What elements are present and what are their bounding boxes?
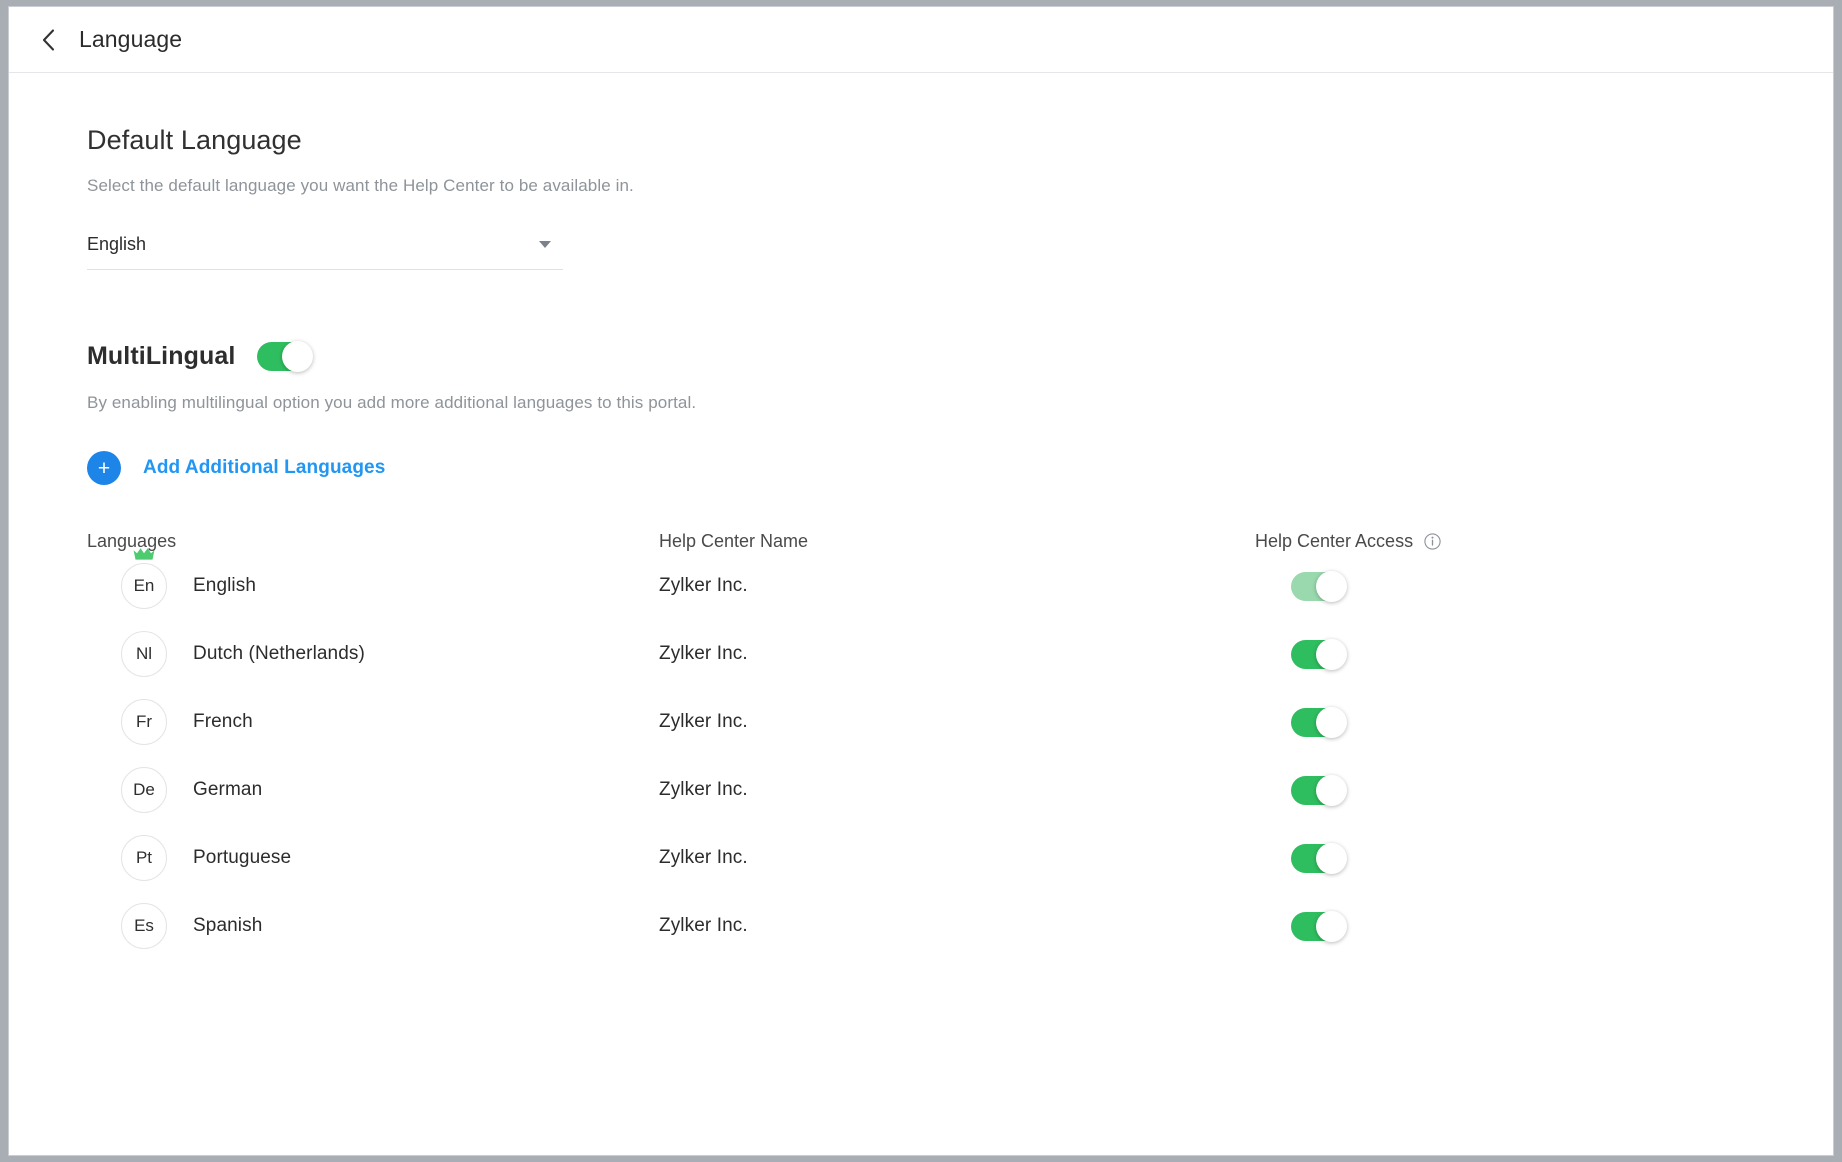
multilingual-section: MultiLingual By enabling multilingual op… [87, 341, 1833, 960]
table-row: Es Spanish Zylker Inc. [87, 892, 1707, 960]
help-center-access-toggle[interactable] [1291, 706, 1347, 738]
toggle-knob [1316, 910, 1347, 942]
table-row: Fr French Zylker Inc. [87, 688, 1707, 756]
info-icon[interactable] [1424, 533, 1441, 550]
table-header-row: Languages Help Center Name Help Center A… [87, 531, 1707, 552]
settings-content: Default Language Select the default lang… [9, 73, 1833, 960]
language-cell: Pt Portuguese [87, 835, 659, 881]
language-avatar: De [121, 767, 167, 813]
toggle-knob [282, 341, 314, 372]
toggle-knob [1316, 570, 1347, 602]
table-row: En English Zylker Inc. [87, 548, 1707, 620]
toggle-knob [1316, 842, 1347, 874]
help-center-name-cell: Zylker Inc. [659, 711, 748, 732]
language-cell: Es Spanish [87, 903, 659, 949]
language-avatar: Fr [121, 699, 167, 745]
language-avatar: Nl [121, 631, 167, 677]
multilingual-heading: MultiLingual [87, 342, 236, 370]
language-label: Portuguese [193, 847, 292, 868]
chevron-down-icon [539, 241, 551, 248]
toggle-knob [1316, 774, 1347, 806]
language-code: En [133, 576, 155, 595]
language-code: Nl [135, 644, 153, 663]
language-avatar: En [121, 548, 167, 609]
table-row: Nl Dutch (Netherlands) Zylker Inc. [87, 620, 1707, 688]
language-cell: De German [87, 767, 659, 813]
language-code: Es [134, 916, 154, 935]
help-center-access-toggle[interactable] [1291, 638, 1347, 670]
help-center-access-toggle[interactable] [1291, 570, 1347, 602]
column-header-help-center-name: Help Center Name [659, 531, 809, 551]
help-center-access-cell [1255, 910, 1707, 942]
page-title: Language [79, 26, 183, 52]
table-row: De German Zylker Inc. [87, 756, 1707, 824]
language-avatar: Es [121, 903, 167, 949]
chevron-left-icon [42, 28, 54, 51]
help-center-access-toggle[interactable] [1291, 774, 1347, 806]
crown-icon [132, 547, 156, 567]
help-center-name-cell: Zylker Inc. [659, 847, 748, 868]
help-center-access-cell [1255, 842, 1707, 874]
back-button[interactable] [31, 23, 65, 57]
add-additional-languages-button[interactable]: + Add Additional Languages [87, 451, 385, 485]
language-code: De [133, 780, 155, 799]
language-label: Spanish [193, 915, 263, 936]
language-label: Dutch (Netherlands) [193, 643, 365, 664]
multilingual-header: MultiLingual [87, 341, 1833, 372]
language-cell: Nl Dutch (Netherlands) [87, 631, 659, 677]
language-avatar: Pt [121, 835, 167, 881]
language-settings-page: Language Default Language Select the def… [8, 6, 1834, 1156]
help-center-access-toggle[interactable] [1291, 910, 1347, 942]
help-center-name-cell: Zylker Inc. [659, 575, 748, 596]
help-center-access-cell [1255, 638, 1707, 670]
language-cell: En English [87, 548, 659, 609]
add-additional-languages-label: Add Additional Languages [143, 457, 386, 478]
help-center-access-cell [1255, 570, 1707, 602]
language-label: German [193, 779, 263, 800]
plus-icon: + [87, 451, 121, 485]
default-language-heading: Default Language [87, 125, 302, 155]
table-body: En English Zylker Inc. Nl Dutch (Netherlands… [87, 548, 1707, 960]
language-label: English [193, 575, 257, 596]
default-language-select[interactable]: English [87, 234, 563, 270]
help-center-access-toggle[interactable] [1291, 842, 1347, 874]
multilingual-toggle[interactable] [257, 341, 314, 372]
help-center-access-cell [1255, 706, 1707, 738]
toggle-knob [1316, 638, 1347, 670]
toggle-knob [1316, 706, 1347, 738]
default-language-description: Select the default language you want the… [87, 176, 634, 195]
multilingual-description: By enabling multilingual option you add … [87, 393, 697, 412]
language-label: French [193, 711, 253, 732]
column-header-languages: Languages [87, 531, 177, 551]
help-center-access-cell [1255, 774, 1707, 806]
help-center-name-cell: Zylker Inc. [659, 643, 748, 664]
page-header: Language [9, 7, 1833, 73]
language-code: Pt [135, 848, 153, 867]
column-header-help-center-access: Help Center Access [1255, 531, 1707, 552]
language-code: Fr [135, 712, 153, 731]
languages-table: Languages Help Center Name Help Center A… [87, 531, 1707, 960]
table-row: Pt Portuguese Zylker Inc. [87, 824, 1707, 892]
help-center-name-cell: Zylker Inc. [659, 915, 748, 936]
language-cell: Fr French [87, 699, 659, 745]
help-center-name-cell: Zylker Inc. [659, 779, 748, 800]
column-header-help-center-access-label: Help Center Access [1255, 531, 1414, 551]
default-language-value: English [87, 234, 147, 254]
